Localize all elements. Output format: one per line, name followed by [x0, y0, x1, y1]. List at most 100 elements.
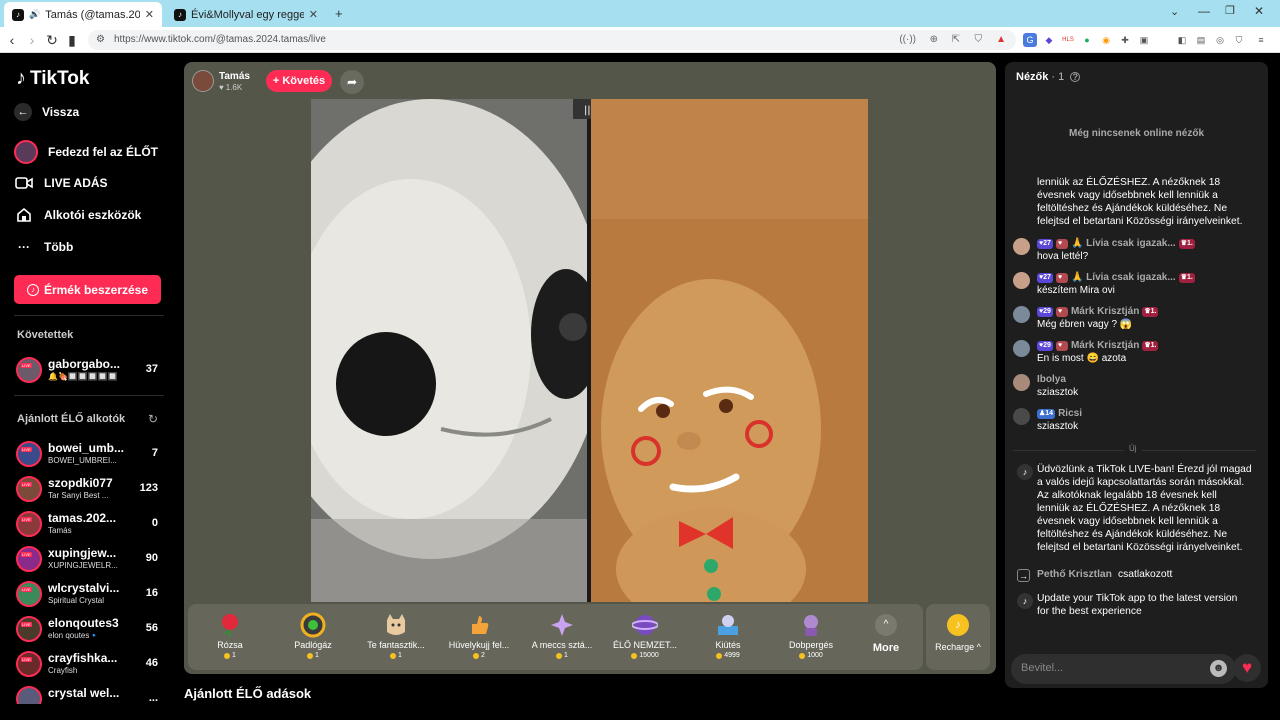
sidebar-toggle-icon[interactable]: ◧ [1175, 33, 1189, 47]
tab-search-icon[interactable]: ⌄ [1170, 5, 1179, 18]
chat-message[interactable]: ♥27 ♥ 🙏 Lívia csak igazak... ♛1. hova le… [1013, 238, 1261, 266]
viewer-count: 123 [139, 482, 158, 494]
reload-icon[interactable]: ↻ [44, 32, 60, 48]
logo-text: TikTok [30, 67, 90, 89]
gift-item[interactable]: ÉLŐ NEMZET... 15000 [603, 604, 687, 670]
chat-message[interactable]: ♥29 ♥ Márk Krisztján ♛1. Még ébren vagy … [1013, 306, 1261, 334]
username[interactable]: Ibolya [1037, 374, 1066, 385]
tab-title: Tamás (@tamas.2024.tamas) | TikTok [45, 8, 140, 21]
suggested-creator[interactable]: LIVE bowei_umb... BOWEI_UMBREI... 7 [16, 439, 166, 469]
browser-tab[interactable]: ♪ Évi&Mollyval egy reggeli 🐱😂 (@ ✕ [166, 2, 326, 27]
following-creator[interactable]: LIVE gaborgabo... 🔔🍖🔲🔲🔲🔲🔲 37 [16, 355, 166, 385]
zoom-icon[interactable]: ⊕ [930, 30, 938, 50]
suggested-creator[interactable]: crystal wel... ... [16, 684, 166, 704]
nav-more[interactable]: ··· Több [14, 237, 73, 257]
vpn-icon[interactable]: ⛉ [1232, 33, 1246, 47]
price-value: 1000 [807, 652, 823, 659]
suggested-creator[interactable]: LIVE crayfishka... Crayfish 46 [16, 649, 166, 679]
suggested-creator[interactable]: LIVE szopdki077 Tar Sanyi Best ... 123 [16, 474, 166, 504]
live-video[interactable]: ||| [311, 99, 868, 602]
emoji-icon[interactable]: ☻ [1210, 660, 1227, 677]
shield-icon[interactable]: ⛉ [975, 30, 983, 50]
nav-explore-live[interactable]: Fedezd fel az ÉLŐT [14, 140, 158, 164]
nav-creator-tools[interactable]: Alkotói eszközök [14, 205, 141, 225]
forward-icon[interactable]: › [24, 32, 40, 48]
translate-extension-icon[interactable]: G [1023, 33, 1037, 47]
message-line: feltöltéshez és Ajándékok küldéséhez. Ne [1037, 203, 1228, 214]
viewer-count: 7 [151, 447, 158, 459]
share-icon[interactable]: ⇱ [952, 30, 960, 50]
creator-name: crayfishka... [48, 651, 118, 665]
restore-icon[interactable]: ❐ [1225, 4, 1235, 17]
refresh-icon[interactable]: ↻ [148, 412, 158, 426]
gift-item[interactable]: Dobpergés 1000 [769, 604, 853, 670]
warning-icon[interactable]: ▲ [996, 30, 1006, 50]
recharge-button[interactable]: ♪ Recharge ^ [926, 604, 990, 670]
gift-item[interactable]: Hüvelykujj fel... 2 [437, 604, 521, 670]
follow-button[interactable]: + Követés [266, 70, 332, 92]
wallet-icon[interactable]: ▤ [1194, 33, 1208, 47]
message-text: sziasztok [1037, 421, 1079, 432]
username[interactable]: Pethő Krisztlan [1037, 568, 1112, 581]
chat-message[interactable]: ♥29 ♥ Márk Krisztján ♛1. En is most 😄 az… [1013, 340, 1261, 368]
gift-item[interactable]: Te fantasztik... 1 [354, 604, 438, 670]
hls-extension-icon[interactable]: HLS [1061, 33, 1075, 47]
username[interactable]: Márk Krisztján [1071, 340, 1139, 351]
username[interactable]: 🙏 Lívia csak igazak... [1071, 238, 1176, 249]
suggested-creator[interactable]: LIVE tamas.202... Tamás 0 [16, 509, 166, 539]
boxing-icon [715, 612, 741, 638]
minimize-icon[interactable]: — [1198, 4, 1210, 18]
creator-name: szopdki077 [48, 476, 113, 490]
suggested-creator[interactable]: LIVE elonqoutes3 elon qoutes🔹 56 [16, 614, 166, 644]
host-likes: ♥ 1.6K [219, 83, 242, 92]
chat-input[interactable]: Bevitel... ☻ [1011, 654, 1236, 684]
viewer-count: 90 [145, 552, 158, 564]
gift-item[interactable]: Rózsa 1 [188, 604, 272, 670]
suggested-creator[interactable]: LIVE xupingjew... XUPINGJEWELR... 90 [16, 544, 166, 574]
close-tab-icon[interactable]: ✕ [145, 8, 154, 21]
back-icon[interactable]: ‹ [4, 32, 20, 48]
viewer-count: 56 [145, 622, 158, 634]
site-info-icon[interactable]: ⚙ [96, 30, 105, 50]
extension-icon[interactable]: ◉ [1099, 33, 1113, 47]
camera-icon[interactable]: ◎ [1213, 33, 1227, 47]
extensions-puzzle-icon[interactable]: ✚ [1118, 33, 1132, 47]
tiktok-logo[interactable]: ♪ TikTok [16, 67, 89, 90]
extension-icon[interactable]: ● [1080, 33, 1094, 47]
close-window-icon[interactable]: ✕ [1254, 4, 1264, 18]
sidebar: ♪ TikTok ← Vissza Fedezd fel az ÉLŐT LIV… [0, 53, 170, 720]
input-placeholder: Bevitel... [1021, 662, 1064, 674]
new-tab-icon[interactable]: + [335, 6, 343, 21]
suggested-creator[interactable]: LIVE wlcrystalvi... Spiritual Crystal 16 [16, 579, 166, 609]
username[interactable]: 🙏 Lívia csak igazak... [1071, 272, 1176, 283]
nav-live-studio[interactable]: LIVE ADÁS [14, 173, 108, 193]
menu-icon[interactable]: ≡ [1254, 33, 1268, 47]
browser-toolbar: ‹ › ↻ ▮ ⚙ https://www.tiktok.com/@tamas.… [0, 27, 1280, 53]
cast-icon[interactable]: ((·)) [899, 30, 916, 50]
bookmark-icon[interactable]: ▮ [64, 32, 80, 48]
chat-message[interactable]: ♥27 ♥ 🙏 Lívia csak igazak... ♛1. készíte… [1013, 272, 1261, 300]
url-bar[interactable]: ⚙ https://www.tiktok.com/@tamas.2024.tam… [88, 30, 1016, 50]
browser-tab-active[interactable]: ♪ 🔊 Tamás (@tamas.2024.tamas) | TikTok ✕ [4, 2, 162, 27]
chat-message[interactable]: Ibolya sziasztok [1013, 374, 1261, 402]
message-text: Még ébren vagy ? 😱 [1037, 319, 1133, 330]
gift-item[interactable]: A meccs sztá... 1 [520, 604, 604, 670]
extension-icon[interactable]: ▣ [1137, 33, 1151, 47]
host-avatar[interactable] [192, 70, 214, 92]
gift-item[interactable]: Kiütés 4999 [686, 604, 770, 670]
get-coins-button[interactable]: ♪ Érmék beszerzése [14, 275, 161, 304]
close-tab-icon[interactable]: ✕ [309, 8, 318, 21]
info-icon[interactable]: ? [1070, 72, 1081, 82]
host-name[interactable]: Tamás [219, 71, 250, 82]
like-heart-icon[interactable]: ♥ [1233, 654, 1261, 682]
chat-message[interactable]: ♟14 Ricsi sziasztok [1013, 408, 1261, 436]
more-gifts-button[interactable]: ^ More [852, 604, 920, 670]
extension-icon[interactable]: ◆ [1042, 33, 1056, 47]
avatar: LIVE [16, 441, 42, 467]
share-arrow-icon[interactable]: ➦ [340, 70, 364, 94]
username[interactable]: Ricsi [1058, 408, 1082, 419]
creator-subtitle: BOWEI_UMBREI... [48, 456, 117, 465]
gift-item[interactable]: Padlógáz 1 [271, 604, 355, 670]
username[interactable]: Márk Krisztján [1071, 306, 1139, 317]
back-link[interactable]: ← Vissza [14, 103, 79, 121]
